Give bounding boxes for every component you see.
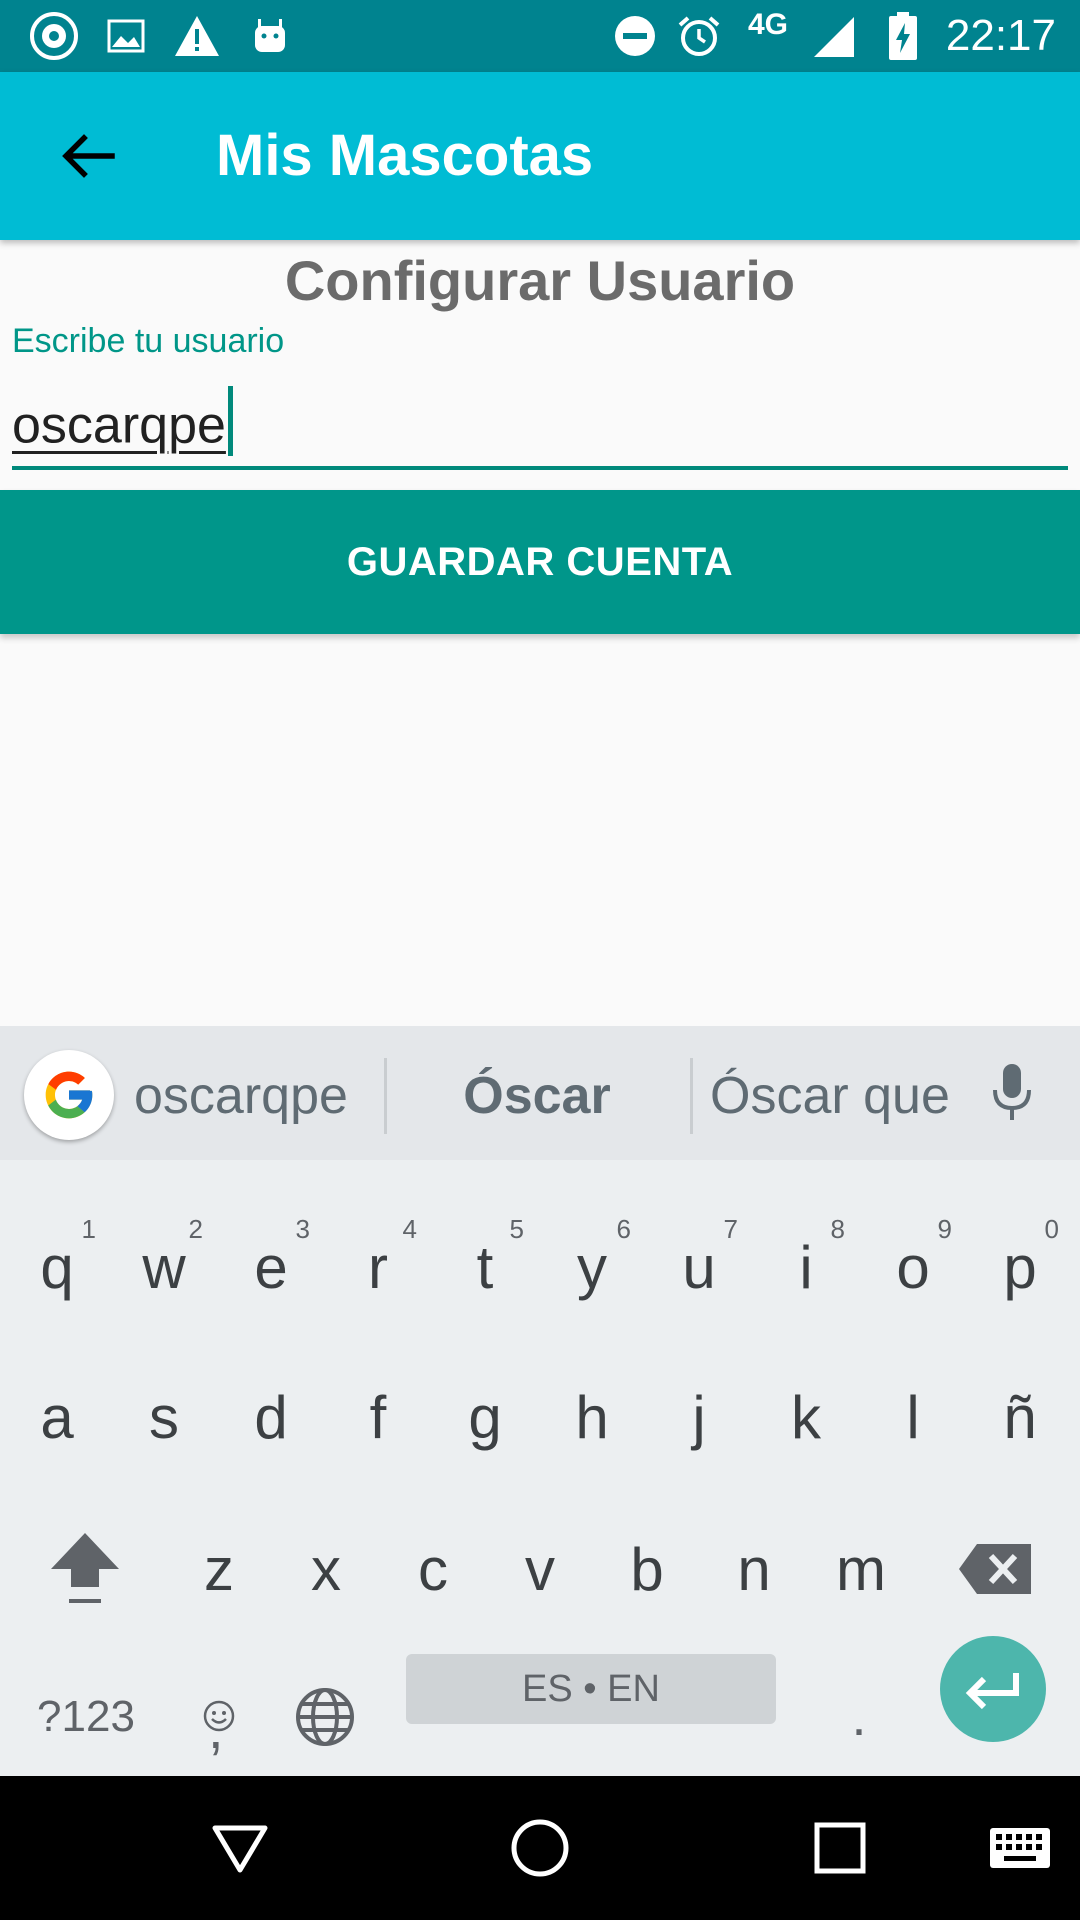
key-z[interactable]: z [166, 1494, 272, 1644]
nav-home-button[interactable] [480, 1776, 600, 1920]
suggestion-divider [384, 1058, 387, 1134]
key-label: r [368, 1233, 388, 1301]
key-s[interactable]: s [111, 1342, 217, 1492]
image-notification-icon [104, 0, 148, 72]
key-v[interactable]: v [487, 1494, 593, 1644]
key-c[interactable]: c [380, 1494, 486, 1644]
android-icon [248, 0, 292, 72]
key-k[interactable]: k [753, 1342, 859, 1492]
key-number-hint: 2 [188, 1214, 203, 1244]
key-x[interactable]: x [273, 1494, 379, 1644]
app-notification-icon [26, 0, 82, 72]
alarm-icon [674, 0, 724, 72]
key-e[interactable]: e3 [218, 1192, 324, 1342]
period-key[interactable]: . [806, 1642, 912, 1792]
key-h[interactable]: h [539, 1342, 645, 1492]
suggestion-3[interactable]: Óscar que [710, 1026, 950, 1166]
key-label: q [40, 1233, 74, 1301]
comma-label: , [208, 1697, 224, 1760]
nav-back-icon [212, 1825, 268, 1873]
nav-home-icon [511, 1819, 569, 1877]
nav-recents-icon [814, 1822, 866, 1874]
status-bar: 4G 22:17 [0, 0, 1080, 72]
signal-icon [808, 0, 858, 72]
key-r[interactable]: r4 [325, 1192, 431, 1342]
space-key[interactable]: ES • EN [406, 1654, 776, 1724]
network-type-label: 4G [748, 8, 789, 41]
navigation-bar [0, 1776, 1080, 1920]
soft-keyboard: oscarqpe Óscar Óscar que q1w2e3r4t5y6u7i… [0, 1026, 1080, 1776]
warning-icon [172, 0, 222, 72]
key-f[interactable]: f [325, 1342, 431, 1492]
key-number-hint: 7 [723, 1214, 738, 1244]
key-ñ[interactable]: ñ [967, 1342, 1073, 1492]
save-account-button[interactable]: GUARDAR CUENTA [0, 490, 1080, 634]
key-number-hint: 6 [616, 1214, 631, 1244]
backspace-icon [959, 1544, 1031, 1594]
suggestion-divider [690, 1058, 693, 1134]
key-label: t [476, 1233, 494, 1301]
key-m[interactable]: m [808, 1494, 914, 1644]
key-number-hint: 8 [830, 1214, 845, 1244]
key-label: e [254, 1233, 288, 1301]
enter-key[interactable] [940, 1636, 1046, 1742]
language-key[interactable] [272, 1642, 378, 1792]
suggestion-1[interactable]: oscarqpe [134, 1026, 348, 1166]
key-number-hint: 0 [1044, 1214, 1059, 1244]
key-w[interactable]: w2 [111, 1192, 217, 1342]
comma-key[interactable]: , [164, 1642, 270, 1792]
page-title: Configurar Usuario [284, 249, 796, 312]
key-y[interactable]: y6 [539, 1192, 645, 1342]
username-value: oscarqpe [12, 396, 226, 455]
key-p[interactable]: p0 [967, 1192, 1073, 1342]
key-j[interactable]: j [646, 1342, 752, 1492]
key-number-hint: 9 [937, 1214, 952, 1244]
app-toolbar: Mis Mascotas [0, 72, 1080, 240]
key-t[interactable]: t5 [432, 1192, 538, 1342]
key-q[interactable]: q1 [4, 1192, 110, 1342]
suggestion-bar: oscarqpe Óscar Óscar que [0, 1026, 1080, 1160]
key-i[interactable]: i8 [753, 1192, 859, 1342]
key-label: p [1003, 1233, 1037, 1301]
enter-icon [965, 1673, 1019, 1709]
key-a[interactable]: a [4, 1342, 110, 1492]
username-field-label: Escribe tu usuario [12, 322, 285, 360]
keyboard-icon [990, 1828, 1050, 1868]
globe-icon [296, 1688, 354, 1746]
battery-charging-icon [886, 0, 920, 72]
key-n[interactable]: n [701, 1494, 807, 1644]
google-icon[interactable] [24, 1050, 114, 1140]
shift-key[interactable] [32, 1494, 138, 1644]
arrow-back-icon [62, 134, 115, 178]
key-label: w [142, 1233, 186, 1301]
toolbar-title: Mis Mascotas [216, 123, 594, 188]
backspace-key[interactable] [942, 1494, 1048, 1644]
clock: 22:17 [945, 11, 1056, 60]
key-o[interactable]: o9 [860, 1192, 966, 1342]
key-g[interactable]: g [432, 1342, 538, 1492]
microphone-icon[interactable] [990, 1062, 1034, 1129]
key-label: i [799, 1233, 813, 1301]
username-input[interactable]: oscarqpe [12, 380, 1068, 470]
nav-back-button[interactable] [180, 1776, 300, 1920]
symbols-key[interactable]: ?123 [22, 1642, 150, 1792]
back-button[interactable] [44, 112, 132, 200]
key-number-hint: 3 [295, 1214, 310, 1244]
suggestion-2[interactable]: Óscar [400, 1026, 674, 1166]
do-not-disturb-icon [612, 0, 658, 72]
key-u[interactable]: u7 [646, 1192, 752, 1342]
key-label: o [896, 1233, 930, 1301]
key-label: y [577, 1233, 607, 1301]
shift-icon [51, 1533, 119, 1603]
keyboard-switch-button[interactable] [960, 1776, 1080, 1920]
key-number-hint: 5 [509, 1214, 524, 1244]
key-number-hint: 1 [81, 1214, 96, 1244]
nav-recents-button[interactable] [780, 1776, 900, 1920]
key-number-hint: 4 [402, 1214, 417, 1244]
key-label: u [682, 1233, 716, 1301]
key-b[interactable]: b [594, 1494, 700, 1644]
key-l[interactable]: l [860, 1342, 966, 1492]
key-d[interactable]: d [218, 1342, 324, 1492]
text-caret [227, 386, 233, 456]
